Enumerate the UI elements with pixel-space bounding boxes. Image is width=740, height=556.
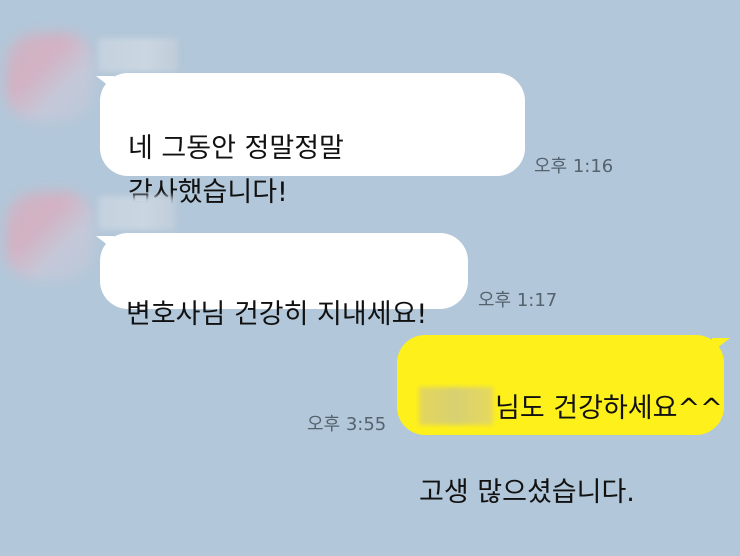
message-bubble-outgoing[interactable]: 님도 건강하세요^^ 고생 많으셨습니다. — [397, 335, 724, 508]
sender-avatar[interactable] — [6, 33, 94, 121]
message-timestamp: 오후 1:17 — [478, 290, 558, 311]
redacted-name — [419, 387, 493, 425]
bubble-tail — [712, 338, 730, 352]
message-timestamp: 오후 3:55 — [307, 414, 387, 435]
message-text: 변호사님 건강히 지내세요! — [126, 299, 428, 330]
message-bubble-incoming[interactable]: 네 그동안 정말정말 감사했습니다! — [100, 73, 525, 208]
message-timestamp: 오후 1:16 — [534, 156, 614, 177]
chat-conversation[interactable]: 네 그동안 정말정말 감사했습니다! 오후 1:16 변호사님 건강히 지내세요… — [0, 0, 740, 508]
sender-avatar[interactable] — [6, 192, 94, 280]
message-text: 님도 건강하세요^^ — [495, 393, 723, 424]
message-line: 님도 건강하세요^^ — [419, 387, 724, 430]
message-bubble-incoming[interactable]: 변호사님 건강히 지내세요! — [100, 233, 468, 330]
sender-name-redacted — [98, 38, 178, 72]
message-text: 고생 많으셨습니다. — [419, 477, 635, 508]
sender-name-redacted — [98, 196, 176, 230]
